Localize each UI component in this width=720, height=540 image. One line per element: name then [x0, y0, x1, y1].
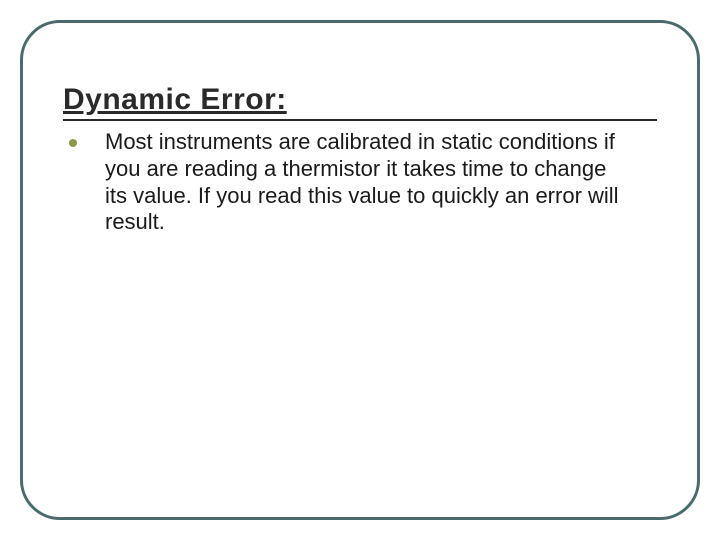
slide-title: Dynamic Error: [63, 83, 657, 117]
title-underline-rule [63, 119, 657, 121]
slide-content: Most instruments are calibrated in stati… [63, 129, 657, 236]
bullet-text: Most instruments are calibrated in stati… [105, 129, 625, 236]
slide-frame: Dynamic Error: Most instruments are cali… [20, 20, 700, 520]
bullet-icon [69, 139, 77, 147]
